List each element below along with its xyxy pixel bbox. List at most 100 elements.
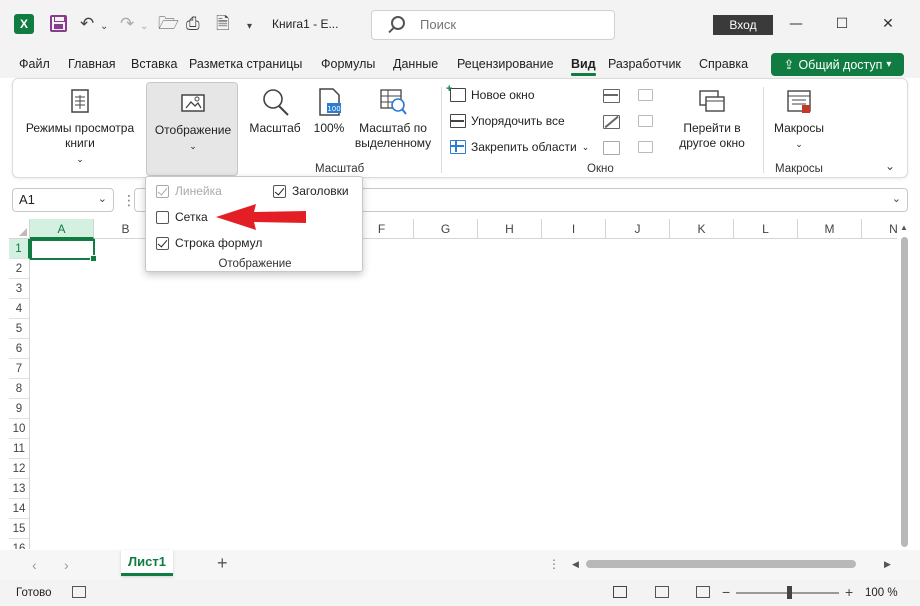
zoom-to-selection-button[interactable]: Масштаб по выделенному — [351, 87, 435, 151]
open-folder-icon[interactable]: 🗁 — [158, 13, 179, 35]
tab-developer[interactable]: Разработчик — [608, 57, 681, 71]
formula-bar-checkbox[interactable] — [156, 236, 169, 250]
tab-data[interactable]: Данные — [393, 57, 438, 71]
reset-window-position-icon[interactable] — [638, 141, 653, 153]
zoom-out-icon[interactable]: − — [722, 584, 730, 600]
row-header[interactable]: 14 — [9, 499, 30, 519]
row-header[interactable]: 16 — [9, 539, 30, 549]
column-header[interactable]: N — [862, 219, 897, 239]
zoom-button[interactable]: Масштаб — [245, 87, 305, 136]
scroll-up-icon[interactable]: ▲ — [900, 223, 908, 232]
formula-bar-option[interactable]: Строка формул — [156, 236, 262, 250]
row-header[interactable]: 10 — [9, 419, 30, 439]
row-header[interactable]: 3 — [9, 279, 30, 299]
hide-icon[interactable] — [603, 115, 620, 129]
column-header[interactable]: H — [478, 219, 542, 239]
column-header[interactable]: G — [414, 219, 478, 239]
prev-sheet-icon[interactable]: ‹ — [32, 557, 37, 573]
maximize-icon[interactable]: ☐ — [832, 14, 852, 34]
print-icon[interactable]: ⎙ — [186, 13, 200, 35]
share-button[interactable]: ⇪ Общий доступ ▾ — [771, 53, 904, 76]
svg-text:100: 100 — [327, 105, 340, 113]
macros-button[interactable]: Макросы ⌄ — [769, 87, 829, 152]
view-side-by-side-icon[interactable] — [638, 89, 653, 101]
horizontal-scroll-thumb[interactable] — [586, 560, 856, 568]
search-box[interactable] — [371, 10, 615, 40]
headings-option[interactable]: Заголовки — [273, 184, 349, 198]
row-header[interactable]: 11 — [9, 439, 30, 459]
row-header[interactable]: 12 — [9, 459, 30, 479]
freeze-panes-button[interactable]: Закрепить области ⌄ — [450, 140, 589, 154]
accessibility-icon[interactable] — [72, 586, 86, 598]
search-input[interactable] — [420, 17, 600, 32]
customize-toolbar-icon[interactable]: ▾ — [247, 16, 252, 38]
undo-icon[interactable]: ↶ — [80, 13, 94, 35]
tab-view[interactable]: Вид — [571, 57, 596, 76]
row-header[interactable]: 15 — [9, 519, 30, 539]
scroll-left-icon[interactable]: ◀ — [572, 559, 579, 570]
zoom-100-button[interactable]: 100 100% — [309, 87, 349, 136]
close-icon[interactable]: ✕ — [878, 14, 898, 34]
zoom-in-icon[interactable]: + — [845, 584, 853, 600]
next-sheet-icon[interactable]: › — [64, 557, 69, 573]
login-button[interactable]: Вход — [713, 15, 773, 35]
tab-file[interactable]: Файл — [19, 57, 50, 71]
row-header[interactable]: 7 — [9, 359, 30, 379]
vertical-scrollbar[interactable]: ▲ — [898, 219, 912, 549]
minimize-icon[interactable]: — — [786, 14, 806, 34]
show-button[interactable]: Отображение ⌄ — [146, 82, 238, 176]
row-header[interactable]: 2 — [9, 259, 30, 279]
workbook-views-button[interactable]: Режимы просмотра книги ⌄ — [19, 87, 141, 167]
row-header[interactable]: 5 — [9, 319, 30, 339]
row-header[interactable]: 9 — [9, 399, 30, 419]
row-header[interactable]: 6 — [9, 339, 30, 359]
column-header[interactable]: A — [30, 219, 94, 239]
select-all-button[interactable] — [9, 219, 30, 239]
vertical-scroll-thumb[interactable] — [901, 237, 908, 547]
column-header[interactable]: L — [734, 219, 798, 239]
headings-checkbox[interactable] — [273, 184, 286, 198]
add-sheet-icon[interactable]: + — [217, 553, 228, 574]
zoom-slider-thumb[interactable] — [787, 586, 792, 599]
zoom-level[interactable]: 100 % — [865, 587, 898, 599]
tab-help[interactable]: Справка — [699, 57, 748, 71]
arrange-all-button[interactable]: Упорядочить все — [450, 114, 565, 128]
column-header[interactable]: M — [798, 219, 862, 239]
tab-home[interactable]: Главная — [68, 57, 116, 71]
page-layout-view-icon[interactable] — [655, 586, 669, 598]
column-header[interactable]: I — [542, 219, 606, 239]
redo-icon[interactable]: ↷ — [120, 13, 134, 35]
switch-windows-button[interactable]: Перейти в другое окно — [669, 87, 755, 151]
normal-view-icon[interactable] — [613, 586, 627, 598]
save-icon[interactable] — [50, 15, 67, 32]
redo-dropdown-icon[interactable]: ⌄ — [140, 16, 148, 38]
sheet-tab[interactable]: Лист1 — [121, 550, 173, 576]
tab-review[interactable]: Рецензирование — [457, 57, 554, 71]
row-header[interactable]: 13 — [9, 479, 30, 499]
gridlines-option[interactable]: Сетка — [156, 210, 208, 224]
active-cell[interactable] — [30, 239, 97, 262]
print-preview-icon[interactable]: 🗎 — [216, 13, 230, 35]
row-header[interactable]: 1 — [9, 239, 30, 259]
spreadsheet-grid[interactable]: ABCDEFGHIJKLMN12345678910111213141516 — [9, 219, 897, 549]
tab-page-layout[interactable]: Разметка страницы — [189, 57, 302, 71]
sheet-bar-splitter[interactable]: ⋮ — [548, 557, 560, 571]
row-header[interactable]: 4 — [9, 299, 30, 319]
name-box[interactable]: A1 ⌄ — [12, 188, 114, 212]
undo-dropdown-icon[interactable]: ⌄ — [100, 16, 108, 38]
scroll-right-icon[interactable]: ▶ — [884, 559, 891, 570]
gridlines-checkbox[interactable] — [156, 210, 169, 224]
page-break-view-icon[interactable] — [696, 586, 710, 598]
chevron-down-icon: ⌄ — [581, 141, 590, 152]
tab-insert[interactable]: Вставка — [131, 57, 177, 71]
synchronous-scrolling-icon[interactable] — [638, 115, 653, 127]
column-header[interactable]: K — [670, 219, 734, 239]
unhide-icon[interactable] — [603, 141, 620, 155]
collapse-ribbon-icon[interactable]: ⌄ — [885, 155, 895, 177]
tab-formulas[interactable]: Формулы — [321, 57, 375, 71]
new-window-button[interactable]: + Новое окно — [446, 83, 535, 102]
split-icon[interactable] — [603, 89, 620, 103]
column-header[interactable]: J — [606, 219, 670, 239]
group-separator — [763, 87, 764, 173]
row-header[interactable]: 8 — [9, 379, 30, 399]
